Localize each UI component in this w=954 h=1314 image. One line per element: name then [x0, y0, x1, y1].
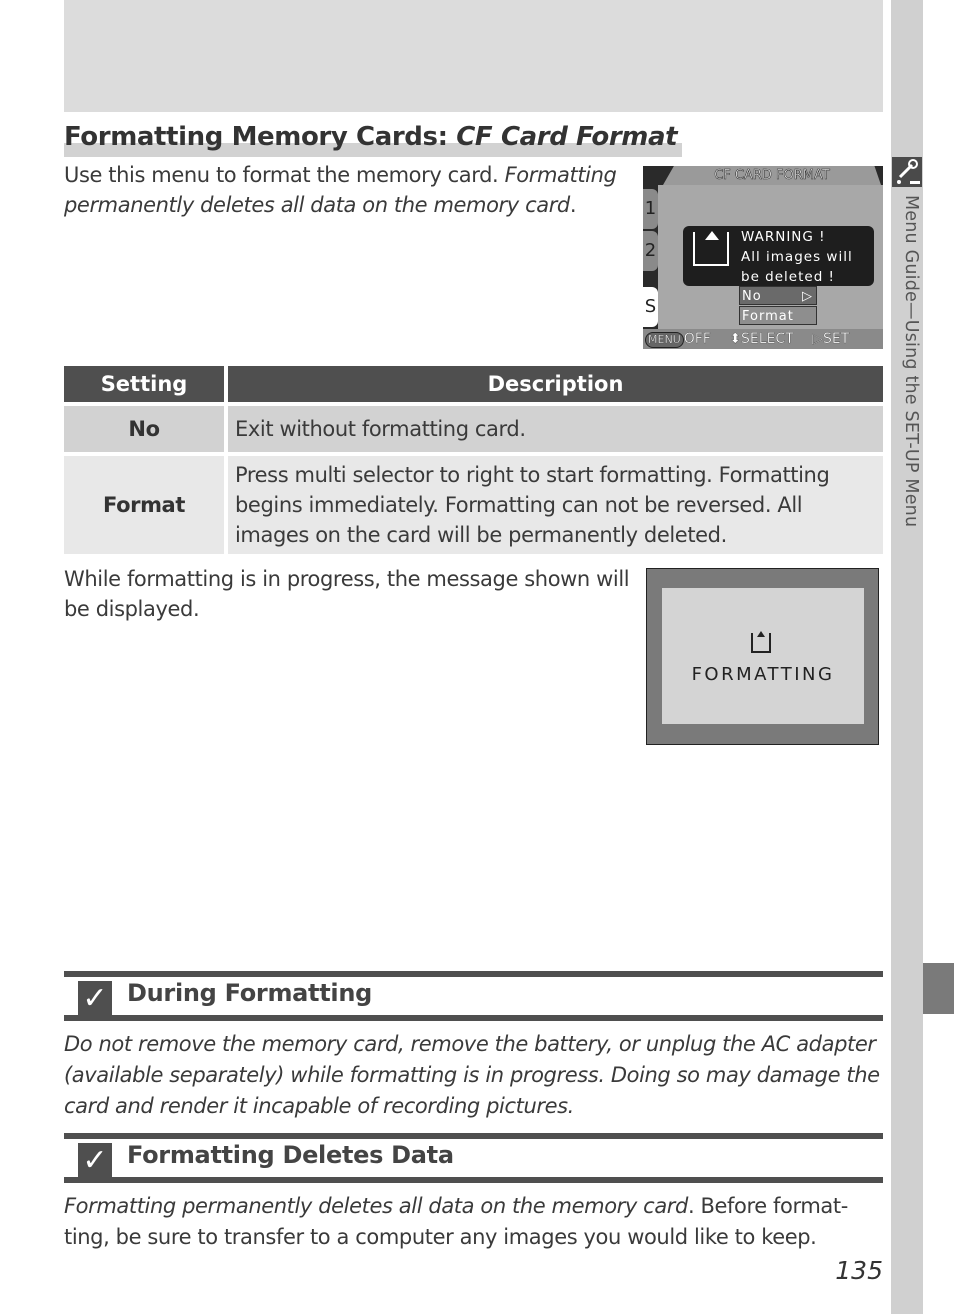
header-band — [64, 0, 883, 112]
description-cell: Exit without formatting card. — [224, 406, 883, 452]
memory-card-icon — [693, 231, 729, 266]
warning-line: WARNING ! — [741, 229, 826, 245]
formatting-message: FORMATTING — [691, 664, 835, 685]
intro-paragraph: Use this menu to format the memory card.… — [64, 160, 634, 220]
title-italic: CF Card Format — [456, 122, 678, 152]
note-body: Formatting permanently deletes all data … — [64, 1191, 883, 1253]
note-header: ✓ During Formatting — [64, 971, 883, 1021]
menu-tab-2: 2 — [643, 231, 658, 271]
section-thumb-tab — [923, 963, 954, 1014]
screen-footer: MENU OFF ⬍SELECT ▷SET — [643, 329, 883, 349]
warning-line: be deleted ! — [741, 269, 835, 285]
header-description: Description — [224, 366, 883, 402]
note-formatting-deletes-data: ✓ Formatting Deletes Data Formatting per… — [64, 1133, 883, 1253]
table-row: Format Press multi selector to right to … — [64, 456, 883, 554]
right-arrow-icon: ▷ — [802, 289, 813, 304]
warning-box: WARNING ! All images will be deleted ! — [683, 226, 874, 286]
note-title: During Formatting — [127, 979, 372, 1007]
intro-end: . — [569, 193, 577, 217]
option-format: Format — [739, 306, 817, 325]
menu-button-badge: MENU — [645, 332, 684, 348]
wrench-icon — [892, 157, 922, 187]
menu-tabs: 1 2 S — [643, 185, 658, 329]
description-cell: Press multi selector to right to start f… — [224, 456, 883, 554]
title-main: Formatting Memory Cards: — [64, 122, 457, 152]
menu-tab-setup: S — [643, 287, 658, 327]
screen-body: WARNING ! All images will be deleted ! N… — [658, 185, 883, 329]
footer-off: OFF — [683, 331, 711, 347]
formatting-panel: FORMATTING — [662, 588, 864, 724]
check-icon: ✓ — [78, 981, 112, 1016]
warning-line: All images will — [741, 249, 853, 265]
camera-screen-formatting: FORMATTING — [646, 568, 879, 745]
progress-paragraph: While formatting is in progress, the mes… — [64, 567, 630, 621]
note-header: ✓ Formatting Deletes Data — [64, 1133, 883, 1183]
intro-plain: Use this menu to format the memory card. — [64, 163, 505, 187]
section-label: Menu Guide—Using the SET-UP Menu — [901, 195, 921, 528]
option-no: No ▷ — [739, 286, 817, 305]
memory-card-icon — [751, 631, 771, 653]
settings-table: Setting Description No Exit without form… — [64, 362, 883, 558]
warning-text: WARNING ! All images will be deleted ! — [741, 227, 853, 287]
footer-select: ⬍SELECT — [729, 331, 794, 347]
camera-screen-cf-card-format: CF CARD FORMAT 1 2 S WARNING ! All image… — [643, 166, 883, 349]
header-setting: Setting — [64, 366, 224, 402]
page-number: 135 — [835, 1256, 883, 1285]
setting-cell: No — [64, 406, 224, 452]
option-label: No — [742, 289, 762, 304]
screen-title: CF CARD FORMAT — [663, 166, 881, 185]
setting-cell: Format — [64, 456, 224, 554]
menu-tab-1: 1 — [643, 189, 658, 229]
check-icon: ✓ — [78, 1143, 112, 1178]
table-header-row: Setting Description — [64, 366, 883, 402]
footer-set: ▷SET — [812, 331, 850, 347]
page-title: Formatting Memory Cards: CF Card Format — [64, 122, 678, 152]
note-body: Do not remove the memory card, remove th… — [64, 1032, 880, 1118]
note-title: Formatting Deletes Data — [127, 1141, 454, 1169]
note-during-formatting: ✓ During Formatting Do not remove the me… — [64, 971, 883, 1122]
table-row: No Exit without formatting card. — [64, 406, 883, 452]
note-body-italic: Formatting permanently deletes all data … — [64, 1194, 688, 1218]
